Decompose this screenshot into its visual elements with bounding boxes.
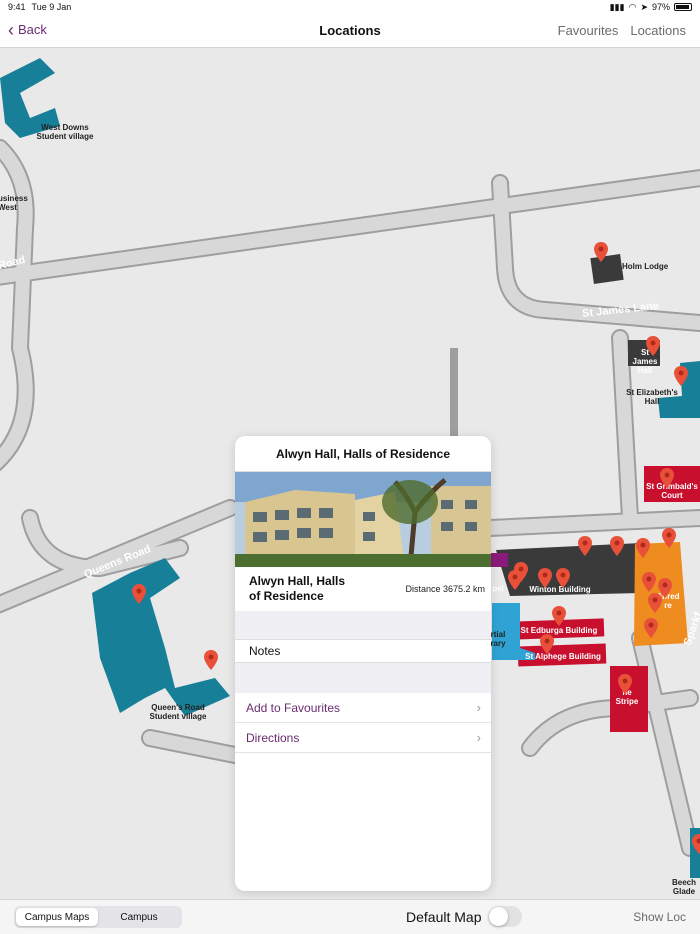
locations-button[interactable]: Locations — [630, 23, 686, 38]
label-st-edburga: St Edburga Building — [520, 626, 598, 635]
navigation-bar: ‹ Back Locations Favourites Locations — [0, 14, 700, 48]
status-time: 9:41 — [8, 2, 26, 12]
location-detail-card: Alwyn Hall, Halls of Residence Alwyn Hal… — [235, 436, 491, 891]
label-west-downs: West Downs Student village — [36, 123, 94, 141]
label-holm-lodge: Holm Lodge — [622, 262, 669, 271]
location-pin-icon[interactable] — [552, 606, 566, 626]
location-pin-icon[interactable] — [692, 834, 700, 854]
segment-campus[interactable]: Campus — [98, 908, 180, 926]
label-beech-glade: Beech Glade — [671, 878, 696, 896]
chevron-right-icon: › — [476, 730, 481, 745]
segment-campus-maps[interactable]: Campus Maps — [16, 908, 98, 926]
nav-right-buttons: Favourites Locations — [558, 23, 686, 38]
location-pin-icon[interactable] — [610, 536, 624, 556]
location-pin-icon[interactable] — [646, 336, 660, 356]
favourites-button[interactable]: Favourites — [558, 23, 619, 38]
location-pin-icon[interactable] — [556, 568, 570, 588]
bottom-toolbar: Campus Maps Campus Default Map Show Loc — [0, 899, 700, 934]
directions-button[interactable]: Directions › — [235, 723, 491, 753]
signal-icon: ▮▮▮ — [609, 1, 625, 12]
location-pin-icon[interactable] — [204, 650, 218, 670]
status-date: Tue 9 Jan — [31, 2, 72, 12]
section-separator — [235, 663, 491, 693]
location-pin-icon[interactable] — [660, 468, 674, 488]
location-pin-icon[interactable] — [540, 634, 554, 654]
label-chapel: pel — [492, 584, 504, 593]
location-pin-icon[interactable] — [648, 593, 662, 613]
location-info-row: Alwyn Hall, Halls of Residence Distance … — [235, 567, 491, 611]
location-photo — [235, 472, 491, 567]
toggle-knob — [489, 907, 508, 926]
default-map-label: Default Map — [406, 909, 482, 925]
map-segmented-control: Campus Maps Campus — [14, 906, 182, 928]
chevron-right-icon: › — [476, 700, 481, 715]
status-indicators: ▮▮▮ ◠ ➤ 97% — [610, 2, 692, 13]
building-photo-image — [235, 472, 491, 567]
location-pin-icon[interactable] — [644, 618, 658, 638]
location-arrow-icon: ➤ — [640, 1, 648, 12]
notes-field[interactable]: Notes — [235, 639, 491, 663]
wifi-icon: ◠ — [628, 1, 637, 12]
battery-icon — [674, 3, 692, 11]
location-pin-icon[interactable] — [618, 674, 632, 694]
location-pin-icon[interactable] — [132, 584, 146, 604]
show-location-button[interactable]: Show Loc — [633, 910, 686, 924]
location-pin-icon[interactable] — [674, 366, 688, 386]
location-pin-icon[interactable] — [578, 536, 592, 556]
label-queens-road-village: Queen's Road Student village — [149, 703, 207, 721]
battery-percent: 97% — [651, 2, 670, 12]
label-st-alphege: St Alphege Building — [525, 652, 601, 661]
add-to-favourites-button[interactable]: Add to Favourites › — [235, 693, 491, 723]
add-to-favourites-label: Add to Favourites — [246, 700, 341, 715]
label-st-elizabeths-hall: St Elizabeth's Hall — [626, 388, 678, 406]
status-bar: 9:41 Tue 9 Jan ▮▮▮ ◠ ➤ 97% — [0, 0, 700, 14]
label-business: usiness West — [0, 194, 28, 212]
directions-label: Directions — [246, 730, 300, 745]
location-pin-icon[interactable] — [594, 242, 608, 262]
card-title: Alwyn Hall, Halls of Residence — [235, 436, 491, 472]
location-pin-icon[interactable] — [642, 572, 656, 592]
section-separator — [235, 611, 491, 639]
location-pin-icon[interactable] — [508, 570, 522, 590]
location-pin-icon[interactable] — [636, 538, 650, 558]
location-distance: Distance 3675.2 km — [405, 584, 485, 594]
location-name: Alwyn Hall, Halls of Residence — [249, 574, 346, 603]
default-map-toggle[interactable] — [488, 906, 522, 927]
location-pin-icon[interactable] — [662, 528, 676, 548]
location-pin-icon[interactable] — [538, 568, 552, 588]
